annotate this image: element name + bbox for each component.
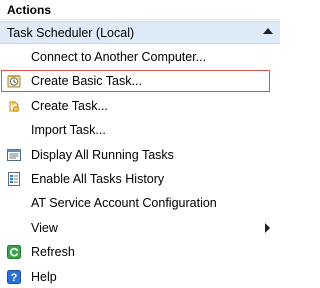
running-tasks-icon — [6, 147, 22, 163]
actions-pane-header: Actions — [0, 0, 280, 20]
submenu-arrow-icon — [265, 222, 270, 233]
group-title: Task Scheduler (Local) — [7, 26, 135, 40]
action-label: AT Service Account Configuration — [31, 196, 217, 211]
help-icon: ? — [6, 269, 22, 285]
action-label: Create Task... — [31, 98, 108, 113]
wizard-clock-icon — [6, 73, 22, 89]
action-view[interactable]: View — [0, 216, 280, 240]
actions-list: Connect to Another Computer... Create Ba… — [0, 45, 280, 288]
action-create-task[interactable]: Create Task... — [0, 94, 280, 118]
action-display-all-running-tasks[interactable]: Display All Running Tasks — [0, 143, 280, 167]
action-label: Create Basic Task... — [31, 74, 142, 89]
action-label: Display All Running Tasks — [31, 147, 174, 162]
action-label: Connect to Another Computer... — [31, 50, 207, 64]
action-refresh[interactable]: Refresh — [0, 240, 280, 264]
action-create-basic-task[interactable]: Create Basic Task... — [0, 69, 280, 93]
history-icon — [6, 171, 22, 187]
collapse-arrow-icon[interactable] — [263, 28, 273, 34]
action-label: Help — [31, 269, 57, 284]
action-import-task[interactable]: Import Task... — [0, 118, 280, 142]
action-label: Import Task... — [31, 123, 106, 138]
action-connect-to-another-computer[interactable]: Connect to Another Computer... — [0, 45, 280, 69]
task-icon — [6, 98, 22, 114]
action-label: View — [31, 220, 58, 235]
task-scheduler-group-header[interactable]: Task Scheduler (Local) — [0, 21, 280, 44]
actions-title: Actions — [7, 3, 52, 17]
action-help[interactable]: ? Help — [0, 265, 280, 288]
refresh-icon — [6, 244, 22, 260]
actions-pane: Actions Task Scheduler (Local) Connect t… — [0, 0, 280, 288]
action-at-service-account-configuration[interactable]: AT Service Account Configuration — [0, 191, 280, 215]
action-enable-all-tasks-history[interactable]: Enable All Tasks History — [0, 167, 280, 191]
svg-text:?: ? — [11, 272, 18, 284]
action-label: Enable All Tasks History — [31, 171, 165, 186]
action-label: Refresh — [31, 245, 75, 260]
